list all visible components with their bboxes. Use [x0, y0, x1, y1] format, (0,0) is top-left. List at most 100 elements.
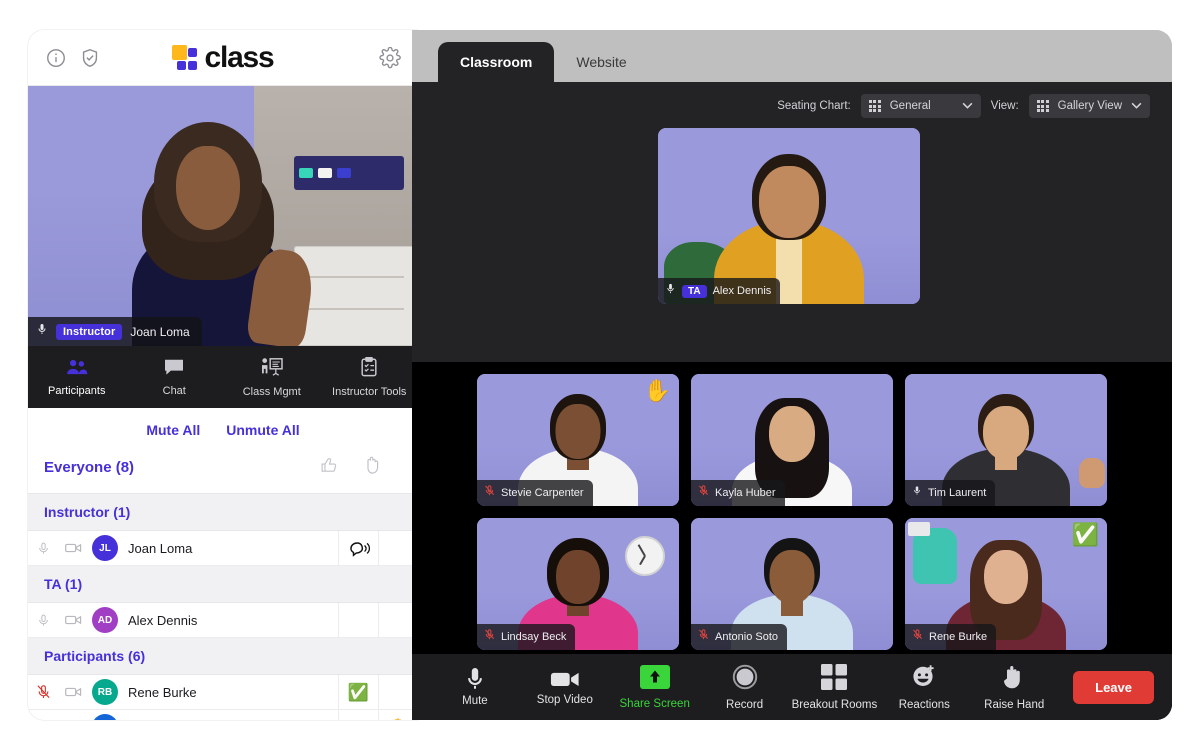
video-tile-rene-burke[interactable]: ✅ Rene Burke	[905, 518, 1107, 650]
mute-all-button[interactable]: Mute All	[146, 422, 200, 438]
participant-name: Joan Loma	[128, 540, 193, 556]
thumbs-up-icon[interactable]	[320, 457, 337, 479]
tile-label: Rene Burke	[905, 624, 997, 650]
tab-chat[interactable]: Chat	[126, 346, 224, 408]
video-tile-tim-laurent[interactable]: Tim Laurent	[905, 374, 1107, 506]
meeting-toolbar: Mute Stop Video Share Screen Record Brea…	[412, 654, 1172, 720]
raise-hand-icon	[1002, 664, 1026, 695]
table-row[interactable]: AD Alex Dennis	[28, 603, 418, 638]
speaker-name-label: Alex Dennis	[712, 285, 772, 297]
avatar: AD	[92, 607, 118, 633]
record-button[interactable]: Record	[700, 664, 790, 711]
group-header-ta: TA (1)	[28, 566, 418, 603]
raised-arm-decor	[1079, 458, 1105, 488]
tab-instructor-tools[interactable]: Instructor Tools	[321, 346, 419, 408]
video-camera-icon[interactable]	[58, 542, 88, 554]
share-screen-button[interactable]: Share Screen	[610, 664, 700, 710]
clipboard-checklist-icon	[359, 356, 379, 382]
microphone-icon[interactable]	[28, 541, 58, 556]
instructor-name-label: Joan Loma	[130, 324, 190, 339]
microphone-icon[interactable]	[28, 613, 58, 628]
seating-chart-value: General	[889, 100, 931, 112]
tab-website[interactable]: Website	[554, 42, 648, 82]
unmute-all-button[interactable]: Unmute All	[226, 422, 299, 438]
status-cell	[338, 710, 378, 720]
breakout-rooms-icon	[821, 663, 848, 695]
tile-name-label: Rene Burke	[929, 631, 988, 643]
reactions-button[interactable]: Reactions	[879, 664, 969, 711]
breakout-rooms-button[interactable]: Breakout Rooms	[790, 663, 880, 711]
tile-label: Lindsay Beck	[477, 624, 576, 650]
left-panel-tabbar: Participants Chat Class Mgmt Instructor …	[28, 346, 418, 408]
video-tile-lindsay-beck[interactable]: Lindsay Beck	[477, 518, 679, 650]
avatar: JL	[92, 535, 118, 561]
microphone-muted-icon[interactable]	[28, 719, 58, 720]
microphone-muted-icon	[484, 484, 495, 502]
tile-label: Stevie Carpenter	[477, 480, 593, 506]
tile-name-label: Tim Laurent	[928, 487, 987, 499]
raise-hand-button[interactable]: Raise Hand	[969, 664, 1059, 711]
info-icon[interactable]	[44, 46, 68, 70]
share-screen-button-label: Share Screen	[619, 697, 690, 710]
status-cell: ✅	[338, 675, 378, 709]
raise-hand-icon[interactable]	[365, 456, 380, 479]
record-circle-icon	[732, 664, 758, 695]
breakout-rooms-button-label: Breakout Rooms	[791, 698, 878, 711]
view-select[interactable]: Gallery View	[1028, 94, 1150, 118]
video-tile-active-speaker[interactable]: TA Alex Dennis	[658, 128, 920, 304]
everyone-label: Everyone (8)	[44, 459, 135, 476]
video-tile-stevie-carpenter[interactable]: ✋ Stevie Carpenter	[477, 374, 679, 506]
class-logo-mark	[172, 44, 198, 71]
chat-bubble-icon	[163, 358, 185, 381]
video-wall-art	[294, 156, 404, 190]
microphone-icon	[912, 484, 922, 502]
video-camera-icon[interactable]	[58, 614, 88, 626]
tab-class-mgmt[interactable]: Class Mgmt	[223, 346, 321, 408]
status-cell	[338, 603, 378, 637]
microphone-muted-icon	[484, 628, 495, 646]
record-button-label: Record	[726, 698, 764, 711]
microphone-icon	[665, 282, 676, 300]
video-tile-antonio-soto[interactable]: Antonio Soto	[691, 518, 893, 650]
left-panel: class Instructor Joan Loma Participants …	[28, 30, 418, 720]
share-screen-icon	[639, 664, 670, 694]
avatar: RB	[92, 679, 118, 705]
reactions-button-label: Reactions	[898, 698, 950, 711]
microphone-icon	[36, 322, 48, 341]
instructor-video-tile[interactable]: Instructor Joan Loma	[28, 86, 418, 346]
class-logo-text: class	[204, 40, 274, 74]
tile-name-label: Lindsay Beck	[501, 631, 567, 643]
video-camera-icon[interactable]	[58, 686, 88, 698]
tab-classroom[interactable]: Classroom	[438, 42, 555, 82]
view-value: Gallery View	[1057, 100, 1122, 112]
left-panel-header: class	[28, 30, 418, 86]
right-panel: Classroom Website Seating Chart: General…	[412, 30, 1172, 720]
tab-participants[interactable]: Participants	[28, 346, 126, 408]
mute-button[interactable]: Mute	[430, 667, 520, 707]
seating-chart-select[interactable]: General	[860, 94, 981, 118]
tile-label: Kayla Huber	[691, 480, 785, 506]
gear-icon[interactable]	[378, 46, 402, 70]
right-panel-tabbar: Classroom Website	[412, 30, 1172, 82]
header-left-icons	[44, 46, 102, 70]
table-row[interactable]: SC Stevie Carpenter ✋	[28, 710, 418, 720]
shield-check-icon[interactable]	[78, 46, 102, 70]
microphone-muted-icon[interactable]	[28, 684, 58, 700]
raised-hand-emoji: ✋	[388, 719, 409, 721]
table-row[interactable]: RB Rene Burke ✅	[28, 675, 418, 710]
video-tile-kayla-huber[interactable]: Kayla Huber	[691, 374, 893, 506]
microphone-muted-icon	[698, 484, 709, 502]
everyone-reaction-icons	[320, 456, 402, 479]
group-header-instructor: Instructor (1)	[28, 494, 418, 531]
green-check-icon: ✅	[347, 682, 370, 702]
instructor-figure	[114, 116, 317, 346]
reactions-smiley-icon	[911, 664, 937, 695]
participant-name: Stevie Carpenter	[128, 720, 338, 721]
grid-icon	[868, 100, 881, 112]
speaking-icon	[338, 531, 378, 565]
video-camera-icon	[550, 672, 579, 687]
table-row[interactable]: JL Joan Loma	[28, 531, 418, 566]
stop-video-button[interactable]: Stop Video	[520, 668, 610, 706]
leave-button[interactable]: Leave	[1073, 670, 1154, 704]
microphone-icon	[468, 668, 482, 689]
